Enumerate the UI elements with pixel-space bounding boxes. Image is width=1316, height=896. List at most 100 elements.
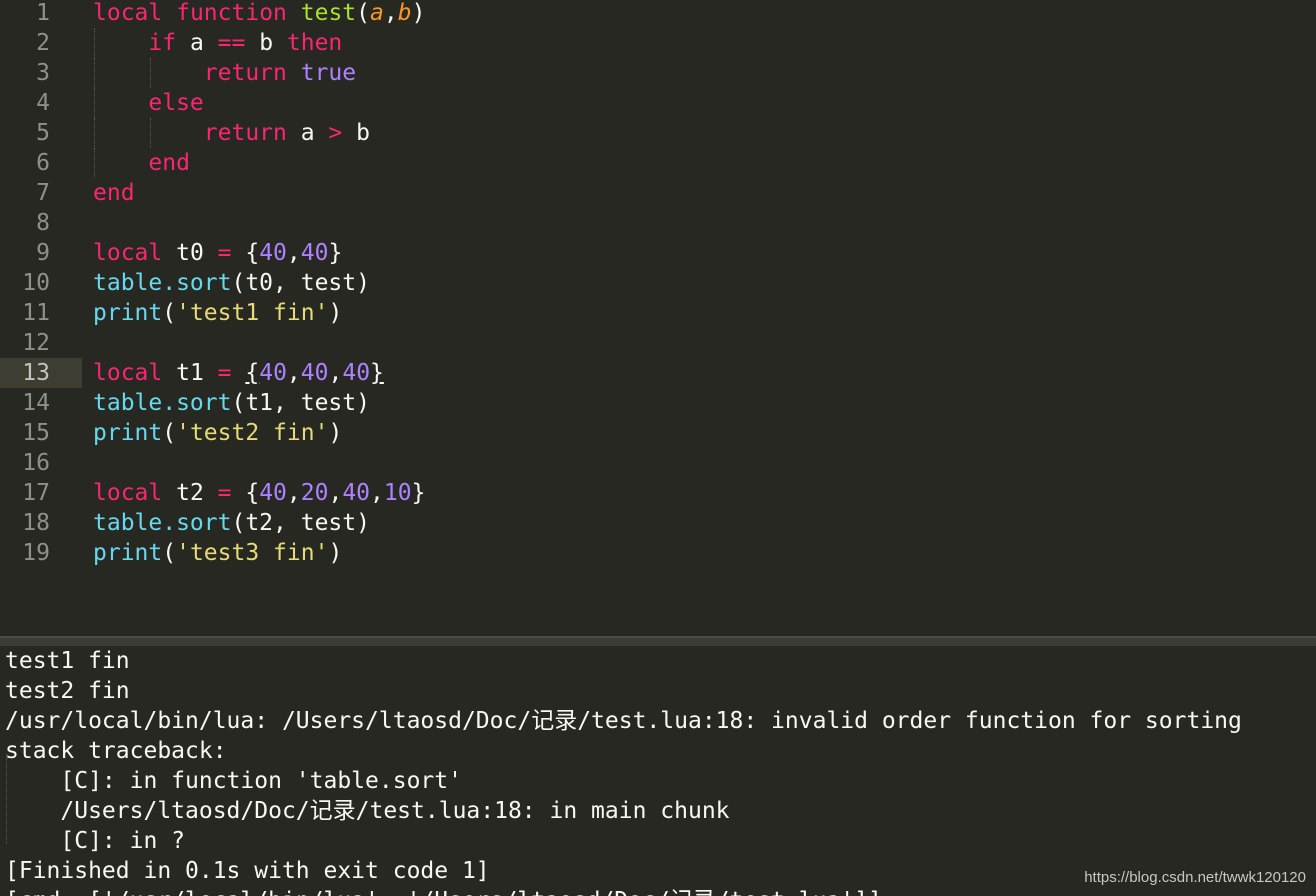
code-token: (t0, test)	[231, 270, 370, 296]
code-token: a	[286, 120, 329, 146]
line-gutter: 12	[0, 328, 82, 358]
code-line[interactable]: 3 return true	[0, 58, 1316, 88]
code-token: 20	[300, 480, 329, 506]
code-token: b	[397, 0, 412, 26]
line-number: 12	[22, 330, 50, 356]
code-line[interactable]: 16	[0, 448, 1316, 478]
code-token: then	[286, 30, 343, 56]
code-line[interactable]: 8	[0, 208, 1316, 238]
code-token: >	[328, 120, 343, 146]
line-gutter: 8	[0, 208, 82, 238]
code-token: 40	[342, 360, 371, 386]
line-number: 13	[22, 360, 50, 386]
code-line[interactable]: 12	[0, 328, 1316, 358]
code-token: b	[245, 30, 287, 56]
line-number: 7	[36, 180, 50, 206]
watermark: https://blog.csdn.net/twwk120120	[1084, 869, 1306, 886]
code-token: (	[162, 540, 177, 566]
line-number: 1	[36, 0, 50, 26]
code-text: return true	[93, 58, 356, 88]
line-number: 16	[22, 450, 50, 476]
line-gutter: 16	[0, 448, 82, 478]
code-token: 40	[259, 240, 287, 266]
code-token: (t2, test)	[231, 510, 370, 536]
code-token: end	[148, 150, 190, 176]
code-token: ,	[286, 480, 301, 506]
line-gutter: 2	[0, 28, 82, 58]
code-token: t0	[162, 240, 218, 266]
line-gutter: 19	[0, 538, 82, 568]
code-token: 40	[342, 480, 371, 506]
code-token: (	[162, 300, 177, 326]
code-token: ,	[370, 480, 384, 506]
code-line[interactable]: 2 if a == b then	[0, 28, 1316, 58]
panel-divider[interactable]	[0, 636, 1316, 646]
code-token: table.sort	[93, 390, 232, 416]
code-token: local	[93, 240, 163, 266]
code-line[interactable]: 5 return a > b	[0, 118, 1316, 148]
code-line[interactable]: 17 local t2 = {40,20,40,10}	[0, 478, 1316, 508]
code-token: else	[148, 90, 204, 116]
line-number: 15	[22, 420, 50, 446]
code-token: test	[300, 0, 357, 26]
code-token: =	[217, 480, 232, 506]
line-gutter: 7	[0, 178, 82, 208]
line-number: 11	[22, 300, 50, 326]
line-gutter: 10	[0, 268, 82, 298]
code-token: ,	[383, 0, 398, 26]
output-line: [C]: in ?	[5, 828, 186, 854]
code-text: else	[93, 88, 204, 118]
code-line[interactable]: 10 table.sort(t0, test)	[0, 268, 1316, 298]
code-line[interactable]: 15 print('test2 fin')	[0, 418, 1316, 448]
output-line: test2 fin	[5, 678, 130, 704]
line-gutter: 17	[0, 478, 82, 508]
code-token: 40	[300, 360, 329, 386]
code-line[interactable]: 11 print('test1 fin')	[0, 298, 1316, 328]
code-line[interactable]: 1 local function test(a,b)	[0, 0, 1316, 28]
code-token: t2	[162, 480, 218, 506]
code-token: ==	[217, 30, 246, 56]
code-line[interactable]: 18 table.sort(t2, test)	[0, 508, 1316, 538]
build-output-panel[interactable]: test1 fin test2 fin/usr/local/bin/lua: /U…	[0, 646, 1316, 896]
code-token: =	[217, 360, 232, 386]
code-token: b	[342, 120, 370, 146]
code-token: }	[411, 480, 426, 506]
code-text: local function test(a,b)	[93, 0, 425, 28]
code-token: 40	[259, 360, 287, 386]
code-token: (t1, test)	[231, 390, 370, 416]
code-token: ,	[286, 360, 301, 386]
code-token: 40	[300, 240, 329, 266]
code-text: end	[93, 178, 135, 208]
line-gutter: 13	[0, 358, 82, 388]
line-number: 2	[36, 30, 50, 56]
code-token: print	[93, 300, 163, 326]
code-line[interactable]: 9 local t0 = {40,40}	[0, 238, 1316, 268]
code-editor[interactable]: 1 local function test(a,b) 2 if a == b the…	[0, 0, 1316, 636]
line-gutter: 11	[0, 298, 82, 328]
code-token: table.sort	[93, 270, 232, 296]
code-line[interactable]: 19 print('test3 fin')	[0, 538, 1316, 568]
code-line[interactable]: 4 else	[0, 88, 1316, 118]
output-line: /usr/local/bin/lua: /Users/ltaosd/Doc/记录…	[5, 708, 1242, 734]
code-token: local	[93, 360, 163, 386]
code-token: {	[245, 360, 260, 386]
line-number: 6	[36, 150, 50, 176]
code-text: print('test1 fin')	[93, 298, 342, 328]
code-token: (	[162, 420, 177, 446]
code-token: }	[328, 240, 343, 266]
line-number: 5	[36, 120, 50, 146]
code-line[interactable]: 14 table.sort(t1, test)	[0, 388, 1316, 418]
code-line[interactable]: 7 end	[0, 178, 1316, 208]
code-line[interactable]: 13 local t1 = {40,40,40}	[0, 358, 1316, 388]
code-line[interactable]: 6 end	[0, 148, 1316, 178]
code-token: )	[328, 300, 343, 326]
line-number: 9	[36, 240, 50, 266]
line-number: 8	[36, 210, 50, 236]
output-line: [Finished in 0.1s with exit code 1]	[5, 858, 490, 884]
line-gutter: 14	[0, 388, 82, 418]
code-token: function	[176, 0, 287, 26]
line-number: 19	[22, 540, 50, 566]
code-text: if a == b then	[93, 28, 342, 58]
